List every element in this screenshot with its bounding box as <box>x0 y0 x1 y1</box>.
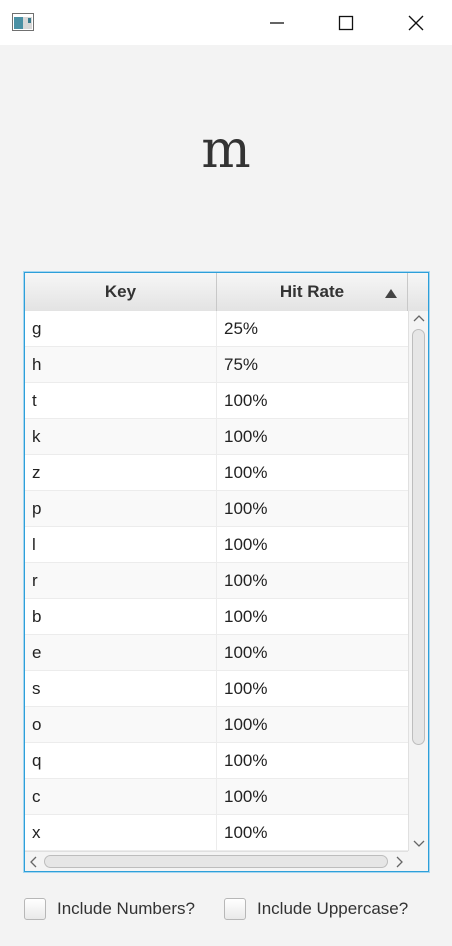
table-row[interactable]: o 100% <box>25 707 408 743</box>
key-cell: q <box>25 743 217 779</box>
hit-rate-cell: 100% <box>224 571 268 590</box>
table-row[interactable]: b 100% <box>25 599 408 635</box>
maximize-button[interactable] <box>321 0 371 45</box>
scrollbar-corner <box>408 851 428 871</box>
hit-rate-cell: 100% <box>224 463 268 482</box>
hit-rate-cell: 100% <box>224 679 268 698</box>
key-cell: l <box>25 527 217 563</box>
sort-ascending-icon <box>385 289 397 298</box>
table-row[interactable]: s 100% <box>25 671 408 707</box>
table-row[interactable]: e 100% <box>25 635 408 671</box>
horizontal-scroll-thumb[interactable] <box>44 855 388 868</box>
table-body: g 25% h 75% t 100% k 100% z 100% p 100% l 100% … <box>25 311 408 851</box>
include-uppercase-label[interactable]: Include Uppercase? <box>257 899 408 919</box>
hit-rate-cell: 100% <box>224 607 268 626</box>
include-numbers-checkbox[interactable] <box>24 898 46 920</box>
close-icon <box>408 15 424 30</box>
table-row[interactable]: k 100% <box>25 419 408 455</box>
key-cell: h <box>25 347 217 383</box>
table-row[interactable]: r 100% <box>25 563 408 599</box>
column-header-hit-rate[interactable]: Hit Rate <box>217 273 408 311</box>
include-numbers-option[interactable]: Include Numbers? <box>24 896 195 922</box>
include-uppercase-option[interactable]: Include Uppercase? <box>224 896 408 922</box>
table-row[interactable]: p 100% <box>25 491 408 527</box>
key-cell: k <box>25 419 217 455</box>
app-icon <box>12 13 34 31</box>
table-row[interactable]: g 25% <box>25 311 408 347</box>
key-cell: p <box>25 491 217 527</box>
key-cell: s <box>25 671 217 707</box>
include-numbers-label[interactable]: Include Numbers? <box>57 899 195 919</box>
hit-rate-cell: 100% <box>224 499 268 518</box>
vertical-scrollbar[interactable] <box>408 311 428 851</box>
hit-rate-cell: 100% <box>224 823 268 842</box>
key-cell: e <box>25 635 217 671</box>
key-cell: g <box>25 311 217 347</box>
hit-rate-cell: 100% <box>224 535 268 554</box>
vertical-scroll-thumb[interactable] <box>412 329 425 745</box>
scroll-up-icon[interactable] <box>413 314 425 322</box>
key-cell: z <box>25 455 217 491</box>
current-letter: m <box>201 120 251 180</box>
hit-rate-cell: 100% <box>224 715 268 734</box>
close-button[interactable] <box>391 0 441 45</box>
key-cell: o <box>25 707 217 743</box>
minimize-icon <box>270 21 284 24</box>
table-header: Key Hit Rate <box>25 273 428 312</box>
table-row[interactable]: z 100% <box>25 455 408 491</box>
scroll-left-icon[interactable] <box>29 856 37 868</box>
hit-rate-cell: 25% <box>224 319 259 338</box>
key-cell: r <box>25 563 217 599</box>
key-cell: b <box>25 599 217 635</box>
column-header-filler <box>408 273 428 311</box>
maximize-icon <box>338 15 354 30</box>
key-cell: c <box>25 779 217 815</box>
hit-rate-cell: 100% <box>224 427 268 446</box>
minimize-button[interactable] <box>252 0 302 45</box>
key-cell: x <box>25 815 217 851</box>
table-row[interactable]: l 100% <box>25 527 408 563</box>
include-uppercase-checkbox[interactable] <box>224 898 246 920</box>
hit-rate-cell: 100% <box>224 391 268 410</box>
table-row[interactable]: c 100% <box>25 779 408 815</box>
hit-rate-cell: 100% <box>224 787 268 806</box>
hit-rate-cell: 75% <box>224 355 259 374</box>
horizontal-scrollbar[interactable] <box>25 851 408 871</box>
table-row[interactable]: h 75% <box>25 347 408 383</box>
table-row[interactable]: x 100% <box>25 815 408 851</box>
scroll-down-icon[interactable] <box>413 840 425 848</box>
title-bar <box>0 0 452 45</box>
hit-rate-cell: 100% <box>224 751 268 770</box>
table-row[interactable]: q 100% <box>25 743 408 779</box>
column-header-key[interactable]: Key <box>25 273 217 311</box>
scroll-right-icon[interactable] <box>396 856 404 868</box>
table-row[interactable]: t 100% <box>25 383 408 419</box>
hit-rate-table[interactable]: Key Hit Rate g 25% h 75% t 100% k 100% z 100%… <box>24 272 429 872</box>
column-header-hit-rate-label: Hit Rate <box>279 282 345 301</box>
hit-rate-cell: 100% <box>224 643 268 662</box>
key-cell: t <box>25 383 217 419</box>
